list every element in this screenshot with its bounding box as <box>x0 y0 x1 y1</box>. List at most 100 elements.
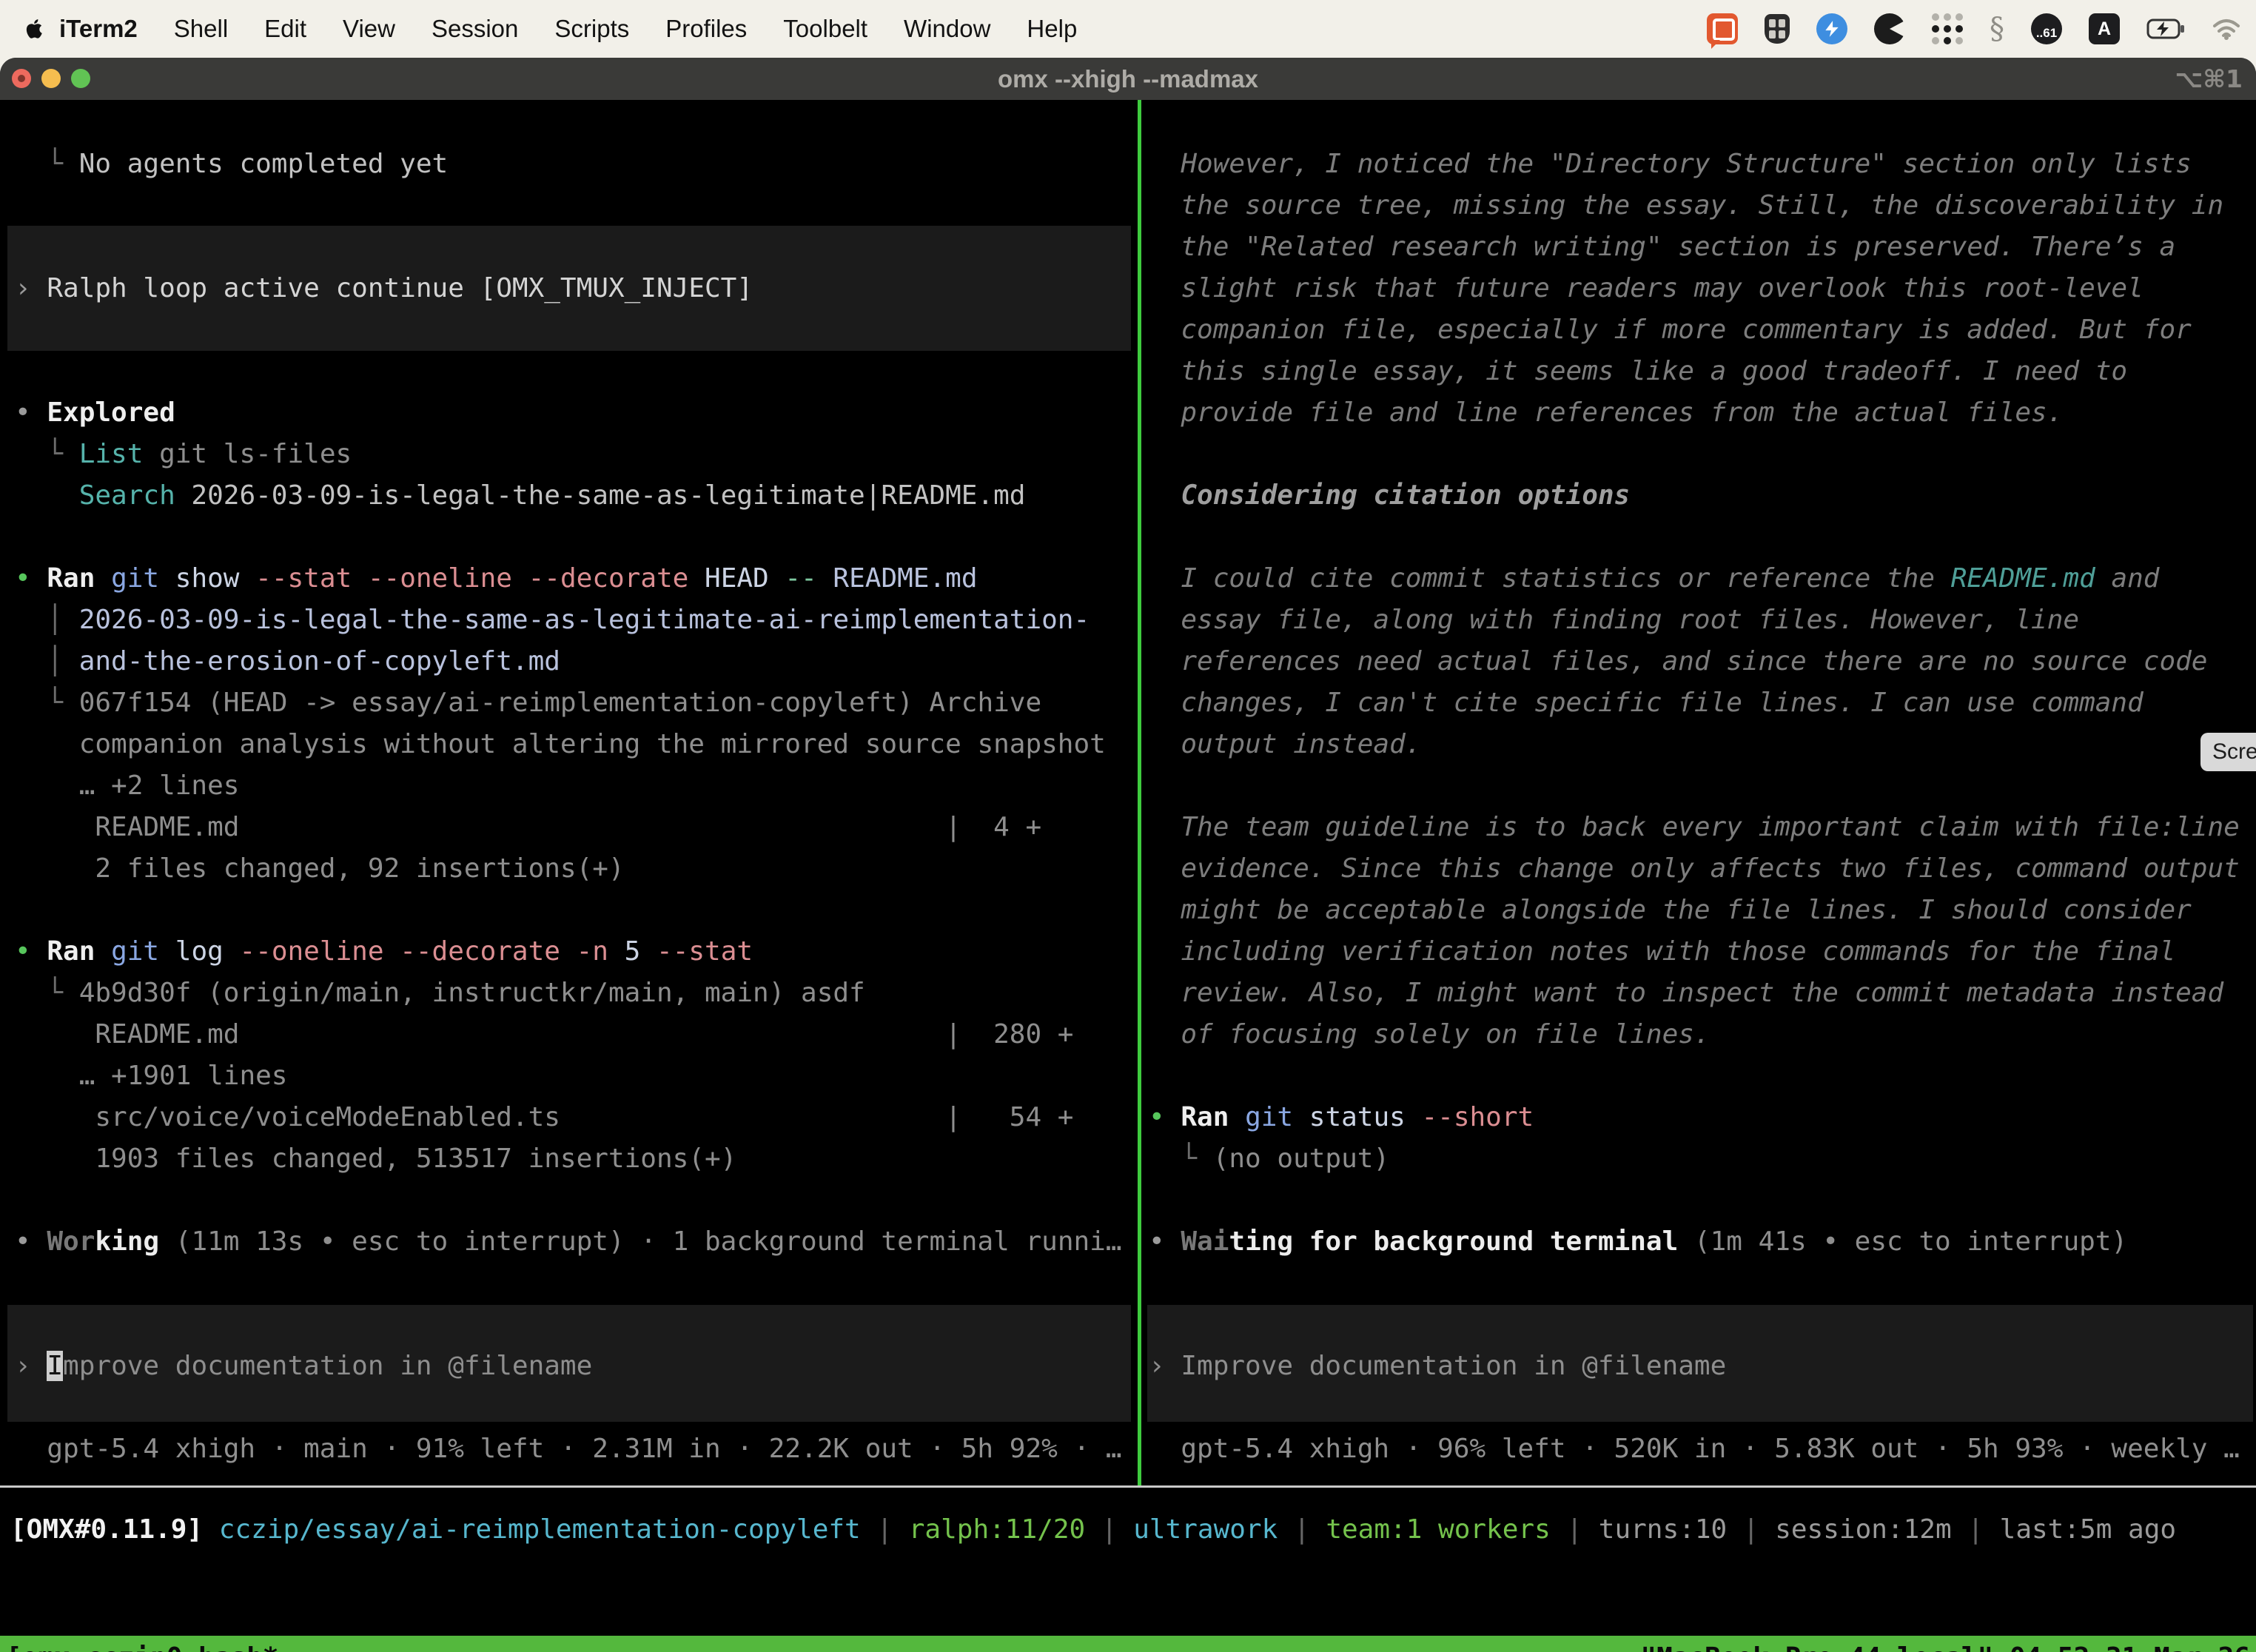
terminal-line: └ No agents completed yet <box>15 144 448 185</box>
apple-logo-icon <box>24 16 46 42</box>
text-segment: › <box>15 1351 47 1381</box>
text-segment: README.md <box>1951 563 2095 594</box>
text-segment: └ <box>15 688 79 718</box>
shield-grid-icon[interactable] <box>1765 14 1790 44</box>
battery-icon[interactable] <box>2146 19 2185 39</box>
text-segment: The team guideline is to back every impo… <box>1149 812 2240 842</box>
menu-item-edit[interactable]: Edit <box>264 15 306 43</box>
text-segment: | <box>1952 1514 2000 1545</box>
text-segment: | <box>861 1514 909 1545</box>
text-segment: 2026-03-09-is-legal-the-same-as-legitima… <box>175 480 1026 511</box>
terminal-line: companion analysis without altering the … <box>15 724 1106 765</box>
terminal-line: essay file, along with finding root file… <box>1149 600 2079 641</box>
terminal-line: slight risk that future readers may over… <box>1149 268 2143 309</box>
wifi-icon[interactable] <box>2212 18 2241 40</box>
text-segment: • <box>15 397 47 428</box>
text-segment: --stat <box>657 936 753 967</box>
text-segment: output instead. <box>1149 729 1421 759</box>
window-title: omx --xhigh --madmax <box>0 58 2256 100</box>
menu-item-scripts[interactable]: Scripts <box>554 15 629 43</box>
text-segment: README.md <box>833 563 977 594</box>
terminal-line: changes, I can't cite specific file line… <box>1149 682 2143 724</box>
text-segment: 2026-03-09-is-legal-the-same-as-legitima… <box>79 605 1090 635</box>
menu-items: iTerm2 Shell Edit View Session Scripts Profile… <box>59 15 1077 43</box>
text-segment: │ <box>15 646 79 676</box>
terminal-line: the "Related research writing" section i… <box>1149 226 2175 268</box>
text-segment: slight risk that future readers may over… <box>1149 273 2143 303</box>
text-segment: • <box>1149 1102 1181 1132</box>
menu-item-session[interactable]: Session <box>432 15 518 43</box>
text-segment: provide file and line references from th… <box>1149 397 2063 428</box>
screen-share-tooltip[interactable]: Scre <box>2200 733 2256 771</box>
text-segment: › Improve documentation in @filename <box>1149 1351 1726 1381</box>
text-segment <box>15 480 79 511</box>
text-segment: --short <box>1421 1102 1534 1132</box>
terminal-line: └ 067f154 (HEAD -> essay/ai-reimplementa… <box>15 682 1041 724</box>
text-segment: -n <box>577 936 625 967</box>
text-segment: references need actual files, and since … <box>1149 646 2207 676</box>
apple-menu-icon[interactable] <box>22 14 47 44</box>
title-bar[interactable]: omx --xhigh --madmax ⌥⌘1 <box>0 58 2256 100</box>
menu-item-toolbelt[interactable]: Toolbelt <box>783 15 867 43</box>
terminal-line: • Waiting for background terminal (1m 41… <box>1149 1221 2127 1263</box>
pane-divider[interactable] <box>1138 100 1141 1486</box>
text-segment: cczip/essay/ai-reimplementation-copyleft <box>219 1514 861 1545</box>
text-segment: └ <box>15 149 79 179</box>
text-segment: the source tree, missing the essay. Stil… <box>1149 190 2223 221</box>
terminal-line: this single essay, it seems like a good … <box>1149 351 2127 392</box>
dots-grid-icon[interactable] <box>1932 13 1963 44</box>
menu-bar: iTerm2 Shell Edit View Session Scripts Profile… <box>0 0 2256 58</box>
menu-item-shell[interactable]: Shell <box>174 15 228 43</box>
terminal-line: • Working (11m 13s • esc to interrupt) ·… <box>15 1221 1122 1263</box>
terminal-line: However, I noticed the "Directory Struct… <box>1149 144 2192 185</box>
text-segment: README.md | 280 + <box>95 1019 1073 1050</box>
text-segment: --oneline --decorate <box>239 936 576 967</box>
squiggle-icon[interactable]: § <box>1990 14 2004 44</box>
text-segment <box>15 1061 79 1091</box>
terminal-line: └ (no output) <box>1149 1138 1389 1180</box>
terminal-line: output instead. <box>1149 724 1421 765</box>
terminal-line: • Explored <box>15 392 175 434</box>
desktop: iTerm2 Shell Edit View Session Scripts Profile… <box>0 0 2256 1652</box>
terminal-line: │ and-the-erosion-of-copyleft.md <box>15 641 560 682</box>
terminal-line: the source tree, missing the essay. Stil… <box>1149 185 2223 226</box>
terminal-line: I could cite commit statistics or refere… <box>1149 558 2159 600</box>
menu-item-help[interactable]: Help <box>1027 15 1077 43</box>
text-segment: │ <box>15 605 79 635</box>
text-segment: status <box>1309 1102 1422 1132</box>
text-segment: last:5m ago <box>2000 1514 2176 1545</box>
text-segment: | <box>1085 1514 1133 1545</box>
text-segment: companion analysis without altering the … <box>79 729 1106 759</box>
text-segment: log <box>175 936 240 967</box>
text-segment: └ <box>15 439 79 469</box>
text-segment: mprove documentation in @filename <box>63 1351 592 1381</box>
terminal-line: • Ran git status --short <box>1149 1097 1534 1138</box>
bolt-badge-icon[interactable] <box>1816 13 1847 44</box>
text-segment: └ <box>1149 1144 1213 1174</box>
text-segment: (11m 13s • esc to interrupt) · 1 backgro… <box>159 1226 1121 1257</box>
text-segment: this single essay, it seems like a good … <box>1149 356 2127 386</box>
text-segment: Considering citation options <box>1149 480 1630 511</box>
text-segment: [OMX#0.11.9] <box>10 1514 219 1545</box>
text-segment: (no output) <box>1213 1144 1389 1174</box>
text-segment: List <box>79 439 144 469</box>
terminal-line: gpt-5.4 xhigh · 96% left · 520K in · 5.8… <box>1149 1428 2240 1470</box>
tmux-host-clock: "MacBook-Pro-44.local" 04:52 31-Mar-26 <box>1640 1642 2250 1652</box>
menu-item-profiles[interactable]: Profiles <box>665 15 747 43</box>
text-segment: gpt-5.4 xhigh · main · 91% left · 2.31M … <box>15 1434 1122 1464</box>
text-segment: git <box>111 936 175 967</box>
coin-badge-icon[interactable]: ..61 <box>2031 13 2062 44</box>
text-segment: session:12m <box>1775 1514 1951 1545</box>
terminal-line: 2 files changed, 92 insertions(+) <box>15 848 625 890</box>
chat-app-icon[interactable] <box>1707 13 1738 44</box>
keyboard-layout-icon[interactable]: A <box>2089 13 2120 44</box>
text-segment: └ <box>15 978 79 1008</box>
menu-item-view[interactable]: View <box>343 15 395 43</box>
text-segment <box>15 812 95 842</box>
menu-item-iterm2[interactable]: iTerm2 <box>59 15 138 43</box>
menu-item-window[interactable]: Window <box>904 15 990 43</box>
text-segment: No agents completed yet <box>79 149 449 179</box>
record-circle-icon[interactable] <box>1874 13 1905 44</box>
text-segment: | <box>1727 1514 1775 1545</box>
omx-status-bar: [OMX#0.11.9] cczip/essay/ai-reimplementa… <box>10 1509 2176 1551</box>
